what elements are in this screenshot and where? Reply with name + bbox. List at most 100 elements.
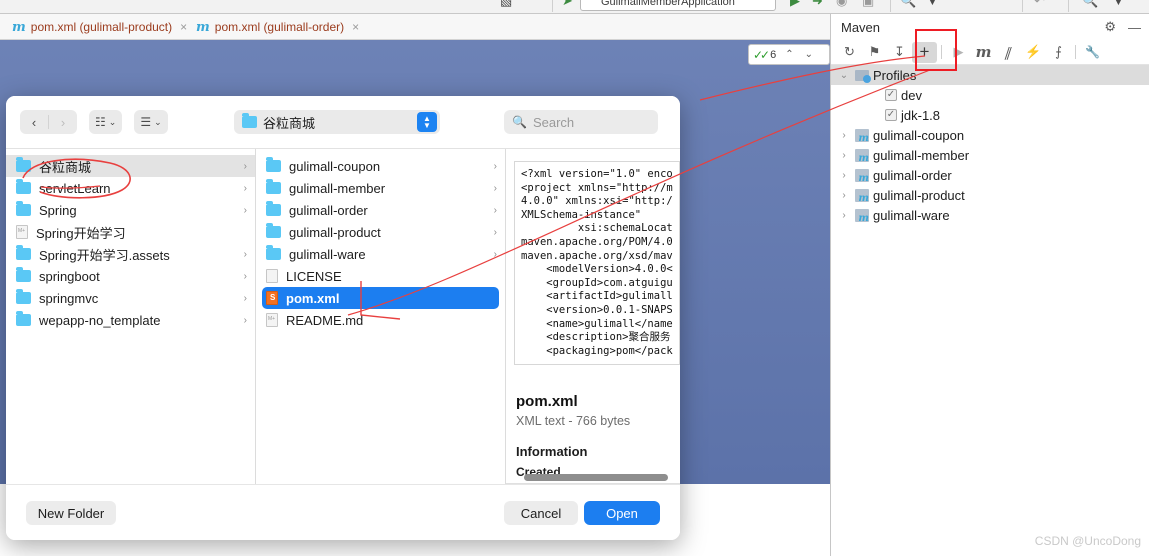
back-button[interactable]: ‹: [20, 110, 48, 134]
tree-node-profile-dev[interactable]: ✓ dev: [831, 85, 1149, 105]
tab-label: pom.xml (gulimall-order): [214, 20, 345, 34]
next-problem-icon[interactable]: ⌄: [805, 49, 813, 60]
tree-node-label: gulimall-member: [873, 147, 970, 163]
search-placeholder: Search: [532, 114, 575, 130]
chevron-right-icon[interactable]: ›: [837, 190, 851, 201]
chevron-right-icon: ›: [243, 204, 247, 216]
stop-icon[interactable]: ▣: [862, 0, 874, 7]
new-folder-button[interactable]: New Folder: [26, 501, 116, 525]
maven-title: Maven: [841, 19, 881, 35]
close-icon[interactable]: ×: [352, 21, 359, 33]
hide-panel-icon[interactable]: —: [1128, 20, 1141, 35]
tree-node-label: dev: [901, 87, 922, 103]
profile-checkbox[interactable]: ✓: [885, 89, 897, 101]
previous-problem-icon[interactable]: ⌃: [785, 49, 793, 60]
search-everywhere-icon[interactable]: 🔍: [900, 0, 916, 7]
list-item-label: springboot: [39, 268, 100, 284]
group-by-button[interactable]: ☰ ⌄: [134, 110, 168, 134]
profile-checkbox[interactable]: ✓: [885, 109, 897, 121]
list-item-gulizhou[interactable]: 谷粒商城 ›: [6, 155, 255, 177]
run-arrow-icon[interactable]: ➤: [562, 0, 573, 7]
coverage-icon[interactable]: ◉: [836, 0, 847, 7]
list-item[interactable]: springmvc ›: [6, 287, 255, 309]
folder-icon: [242, 113, 257, 128]
tree-node-gulimall-coupon[interactable]: › gulimall-coupon: [831, 125, 1149, 145]
forward-button[interactable]: ›: [49, 110, 77, 134]
chevron-right-icon[interactable]: ›: [837, 150, 851, 161]
tree-node-gulimall-order[interactable]: › gulimall-order: [831, 165, 1149, 185]
build-icon[interactable]: ▧: [500, 0, 512, 7]
preview-horizontal-scrollbar[interactable]: [524, 474, 668, 481]
run-icon[interactable]: ▶: [946, 42, 971, 63]
tab-pom-gulimall-product[interactable]: m pom.xml (gulimall-product) ×: [6, 14, 193, 40]
toggle-skip-tests-icon[interactable]: ∥: [993, 42, 1025, 63]
tree-node-gulimall-ware[interactable]: › gulimall-ware: [831, 205, 1149, 225]
maven-settings-wrench-icon[interactable]: 🔧: [1080, 42, 1105, 63]
settings-gear-icon[interactable]: ⚙: [1104, 19, 1116, 35]
list-item[interactable]: gulimall-order ›: [256, 199, 505, 221]
dialog-toolbar: ‹ › ☷ ⌄ ☰ ⌄ 谷粒商城 ▲ ▼ 🔍 Search: [6, 96, 680, 148]
tree-node-gulimall-product[interactable]: › gulimall-product: [831, 185, 1149, 205]
add-maven-project-icon[interactable]: +: [912, 41, 937, 63]
maven-tool-window: Maven ⚙ — ↻ ⚑ ↧ + ▶ m ∥ ⚡ ⨍ 🔧 ⌄ Profiles: [830, 14, 1149, 556]
chevron-right-icon: ›: [243, 292, 247, 304]
download-icon[interactable]: ▼: [1112, 0, 1125, 7]
open-button[interactable]: Open: [584, 501, 660, 525]
list-item-label: wepapp-no_template: [39, 312, 161, 328]
list-item[interactable]: springboot ›: [6, 265, 255, 287]
list-item[interactable]: servletLearn ›: [6, 177, 255, 199]
tree-node-profile-jdk18[interactable]: ✓ jdk-1.8: [831, 105, 1149, 125]
stepper-icon[interactable]: ▲ ▼: [417, 112, 437, 132]
chevron-right-icon[interactable]: ›: [837, 170, 851, 181]
current-folder-popup[interactable]: 谷粒商城 ▲ ▼: [234, 110, 440, 134]
cancel-button[interactable]: Cancel: [504, 501, 578, 525]
navigation-segmented-control: ‹ ›: [20, 110, 77, 134]
collapse-all-icon[interactable]: ⨍: [1046, 42, 1071, 63]
execute-icon[interactable]: ⚡: [1021, 42, 1046, 63]
chevron-down-icon[interactable]: ⌄: [837, 70, 851, 81]
generate-sources-icon[interactable]: ⚑: [862, 42, 887, 63]
tab-pom-gulimall-order[interactable]: m pom.xml (gulimall-order) ×: [190, 14, 365, 40]
list-item[interactable]: LICENSE: [256, 265, 505, 287]
list-item[interactable]: Spring开始学习: [6, 221, 255, 243]
undo-icon[interactable]: ↶: [1034, 0, 1045, 7]
list-item[interactable]: gulimall-member ›: [256, 177, 505, 199]
download-sources-icon[interactable]: ↧: [887, 42, 912, 63]
file-browser-column-2[interactable]: gulimall-coupon › gulimall-member › guli…: [256, 149, 506, 484]
search-input[interactable]: 🔍 Search: [504, 110, 658, 134]
view-columns-button[interactable]: ☷ ⌄: [89, 110, 123, 134]
run-icon[interactable]: ▶: [790, 0, 800, 7]
list-item[interactable]: Spring开始学习.assets ›: [6, 243, 255, 265]
reload-projects-icon[interactable]: ↻: [837, 42, 862, 63]
tree-node-label: jdk-1.8: [901, 107, 941, 123]
folder-icon: [16, 157, 31, 172]
close-icon[interactable]: ×: [180, 21, 187, 33]
list-item[interactable]: wepapp-no_template ›: [6, 309, 255, 331]
chevron-right-icon[interactable]: ›: [837, 210, 851, 221]
dialog-footer: New Folder Cancel Open: [6, 484, 680, 540]
screenshot-root: ▧ ➤ GulimallMemberApplication ▶ ➜ ◉ ▣ 🔍 …: [0, 0, 1149, 556]
list-item-label: gulimall-ware: [289, 246, 366, 262]
debug-icon[interactable]: ➜: [812, 0, 823, 7]
profiles-folder-icon: [855, 69, 871, 83]
list-item-pom-xml[interactable]: pom.xml: [262, 287, 499, 309]
tree-node-label: gulimall-coupon: [873, 127, 965, 143]
list-item[interactable]: Spring ›: [6, 199, 255, 221]
list-item[interactable]: gulimall-product ›: [256, 221, 505, 243]
tree-node-gulimall-member[interactable]: › gulimall-member: [831, 145, 1149, 165]
list-item[interactable]: gulimall-ware ›: [256, 243, 505, 265]
execute-maven-goal-icon[interactable]: m: [971, 42, 996, 63]
inspection-widget[interactable]: ✓✓ 6 ⌃ ⌄: [748, 44, 830, 65]
tree-node-label: gulimall-ware: [873, 207, 950, 223]
search-icon[interactable]: 🔍: [1082, 0, 1098, 7]
list-item-label: README.md: [286, 312, 364, 328]
inspection-ok-icon: ✓✓: [753, 47, 770, 62]
tree-node-profiles[interactable]: ⌄ Profiles: [831, 65, 1149, 85]
run-configuration-selector[interactable]: GulimallMemberApplication: [580, 0, 776, 11]
list-item[interactable]: README.md: [256, 309, 505, 331]
attach-icon[interactable]: ▼: [926, 0, 939, 7]
chevron-right-icon[interactable]: ›: [837, 130, 851, 141]
file-browser-column-1[interactable]: 谷粒商城 › servletLearn › Spring › Spring开始学…: [6, 149, 256, 484]
list-item[interactable]: gulimall-coupon ›: [256, 155, 505, 177]
run-config-label: GulimallMemberApplication: [601, 0, 735, 8]
